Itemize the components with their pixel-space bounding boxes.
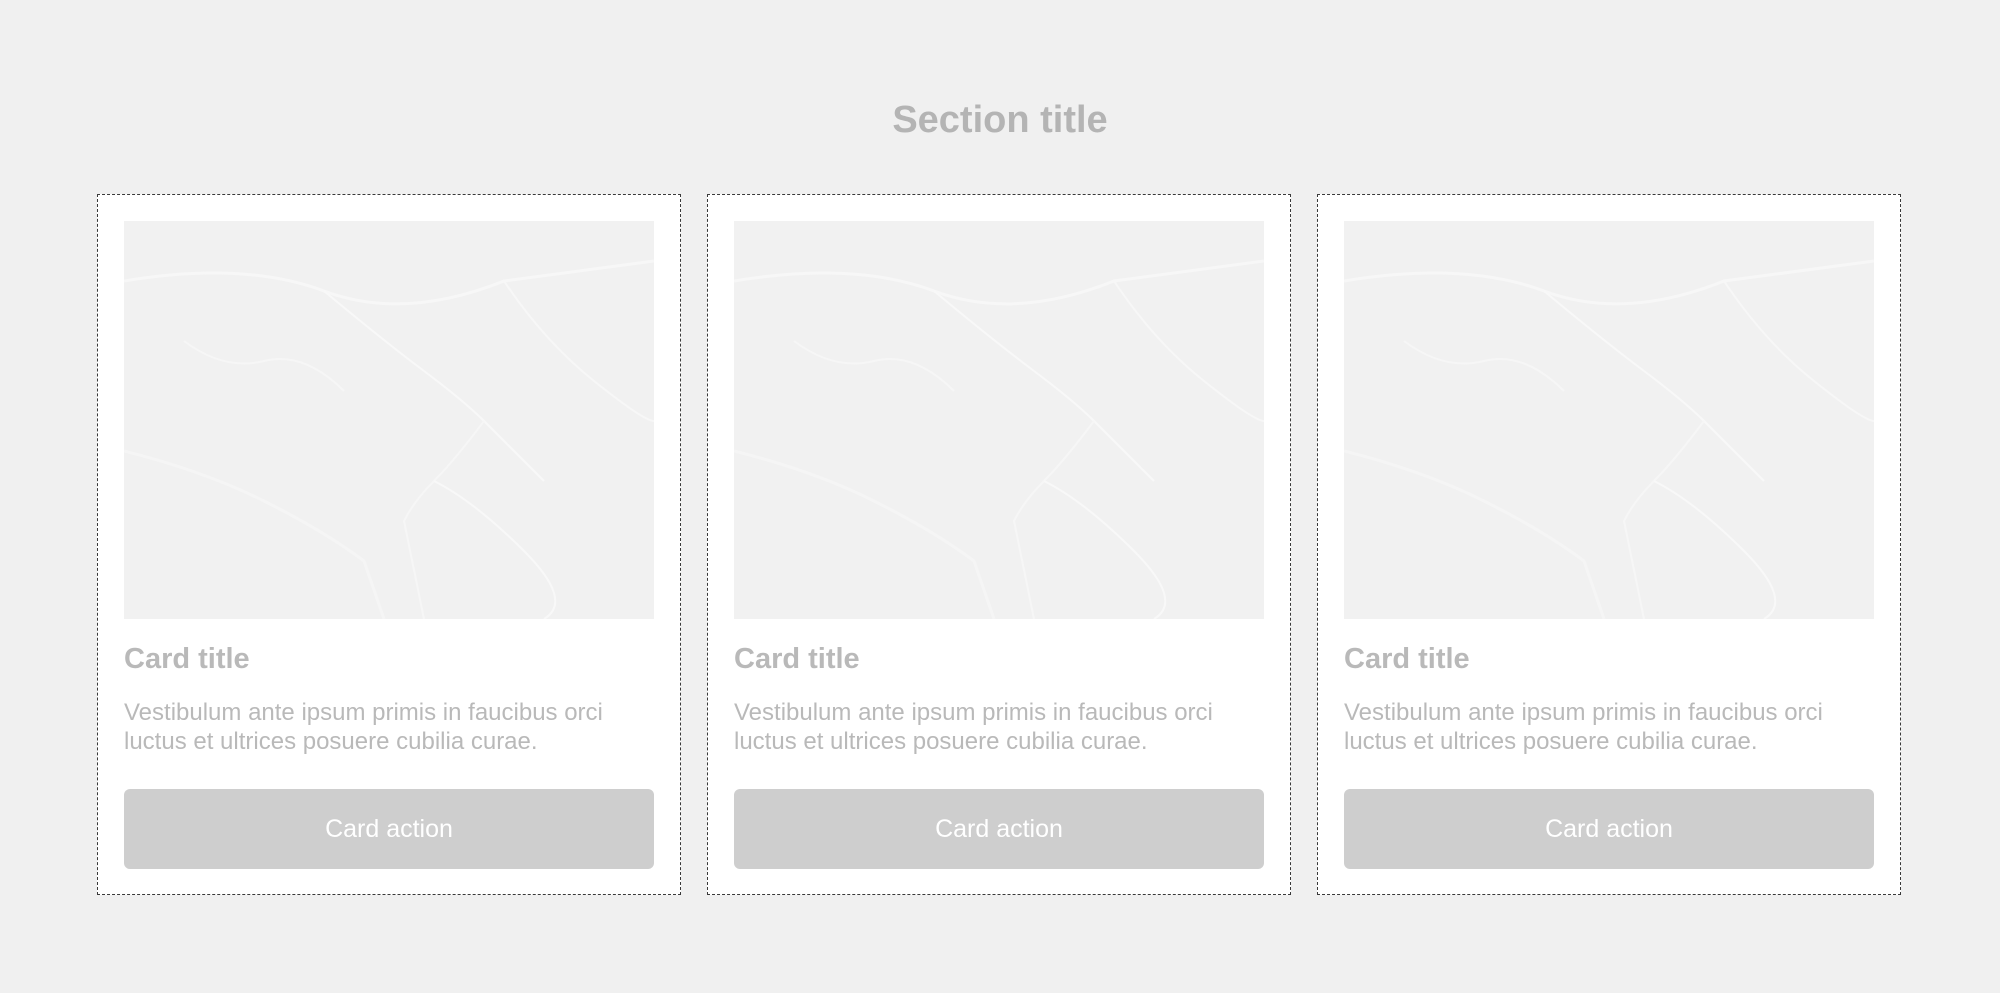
card-title: Card title [124,643,250,675]
section-title: Section title [892,99,1108,141]
marble-texture-image [1344,221,1874,619]
card-text: Vestibulum ante ipsum primis in faucibus… [1344,699,1823,755]
card-image [734,221,1264,619]
card-action-button[interactable]: Card action [1344,789,1874,869]
card: Card title Vestibulum ante ipsum primis … [1317,194,1901,895]
card-text: Vestibulum ante ipsum primis in faucibus… [124,699,603,755]
card-image [124,221,654,619]
card: Card title Vestibulum ante ipsum primis … [97,194,681,895]
card-title: Card title [734,643,860,675]
card-action-button[interactable]: Card action [124,789,654,869]
card: Card title Vestibulum ante ipsum primis … [707,194,1291,895]
marble-texture-image [124,221,654,619]
card-action-button[interactable]: Card action [734,789,1264,869]
card-text: Vestibulum ante ipsum primis in faucibus… [734,699,1213,755]
marble-texture-image [734,221,1264,619]
card-image [1344,221,1874,619]
card-title: Card title [1344,643,1470,675]
